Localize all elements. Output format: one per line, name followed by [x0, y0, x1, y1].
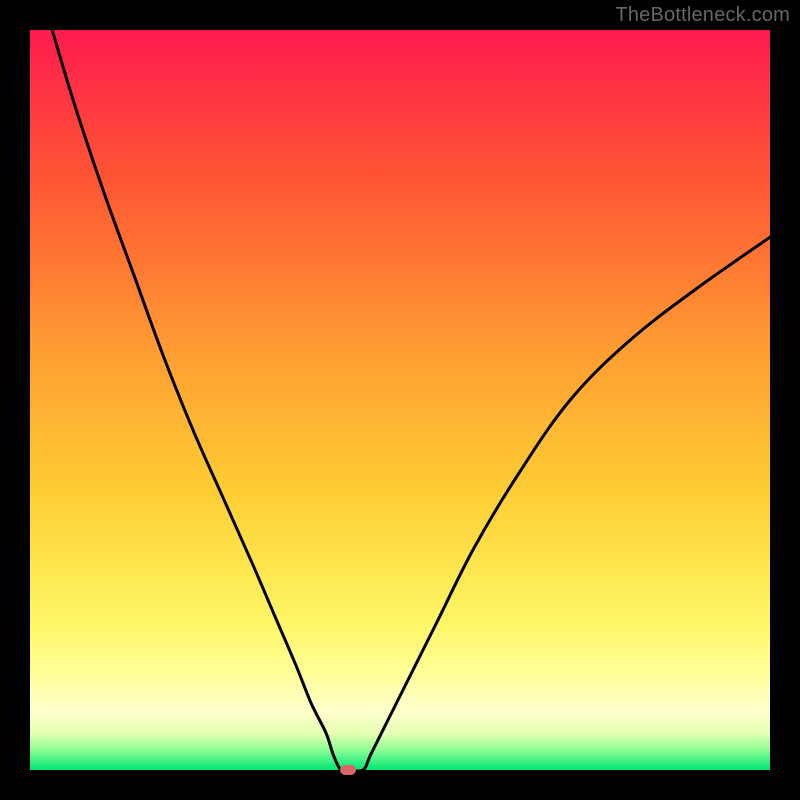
curve-svg [30, 30, 770, 770]
curve-path [52, 30, 770, 770]
plot-area [30, 30, 770, 770]
frame: TheBottleneck.com [0, 0, 800, 800]
optimum-marker [340, 765, 356, 775]
watermark: TheBottleneck.com [615, 4, 790, 27]
